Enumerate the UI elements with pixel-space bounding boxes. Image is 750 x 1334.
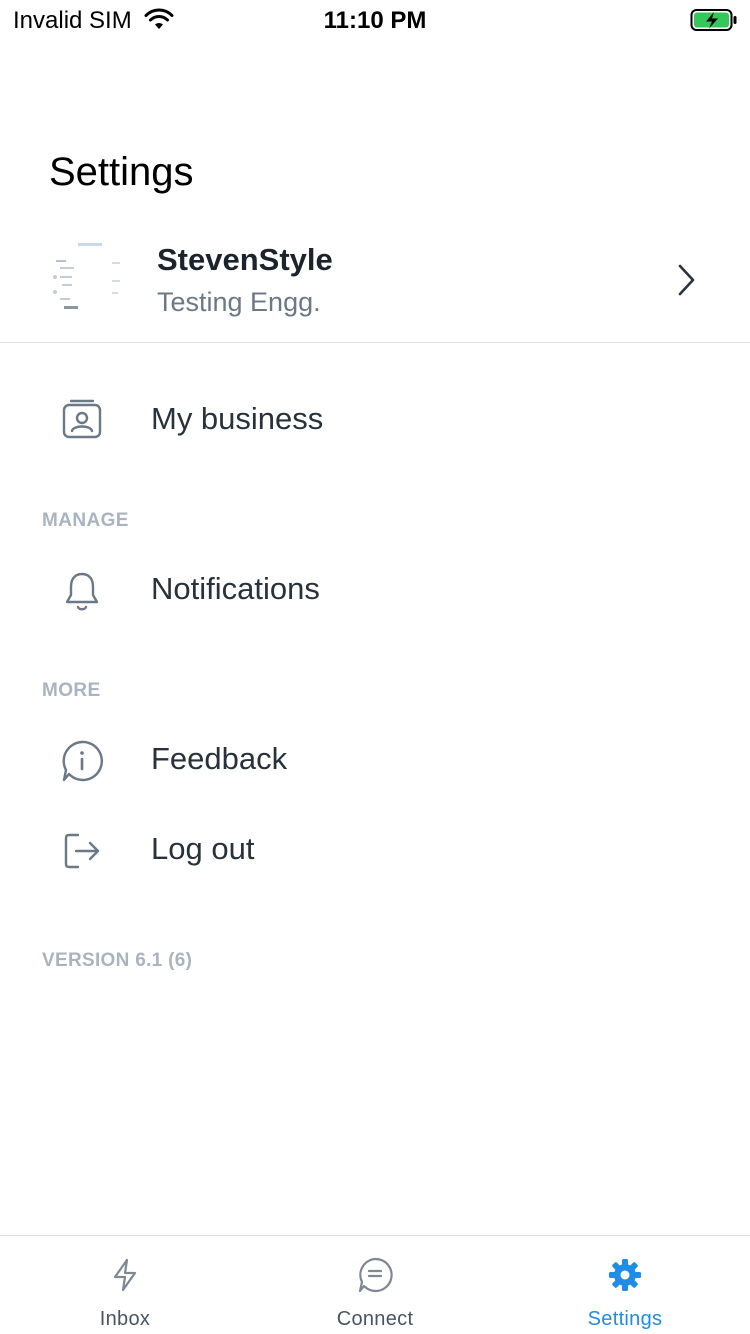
bell-icon — [65, 572, 99, 611]
profile-role: Testing Engg. — [157, 287, 321, 317]
logout-label: Log out — [151, 831, 255, 866]
tab-bar: Inbox Connect Settings — [0, 1235, 750, 1334]
battery-charging-icon — [690, 9, 737, 31]
notifications-label: Notifications — [151, 571, 320, 606]
section-header-more: MORE — [42, 680, 101, 701]
chat-icon — [358, 1257, 393, 1293]
tab-settings-label: Settings — [587, 1308, 663, 1330]
lightning-icon — [113, 1258, 137, 1292]
profile-name: StevenStyle — [157, 242, 333, 277]
tab-connect-label: Connect — [336, 1308, 414, 1330]
feedback-label: Feedback — [151, 741, 288, 776]
tab-inbox-label: Inbox — [99, 1308, 151, 1330]
info-chat-icon — [62, 740, 103, 782]
page-title: Settings — [49, 150, 194, 194]
version-label: VERSION 6.1 (6) — [42, 950, 193, 971]
feedback-item[interactable]: Feedback — [0, 720, 750, 800]
tab-connect[interactable]: Connect — [250, 1236, 500, 1334]
logout-icon — [64, 833, 100, 869]
logout-item[interactable]: Log out — [0, 810, 750, 890]
status-bar: Invalid SIM 11:10 PM — [0, 0, 750, 40]
business-card-icon — [62, 399, 102, 439]
status-time: 11:10 PM — [323, 7, 427, 34]
chevron-right-icon — [678, 264, 695, 296]
section-header-manage: MANAGE — [42, 510, 129, 531]
my-business-label: My business — [151, 401, 324, 436]
my-business-item[interactable]: My business — [0, 380, 750, 460]
notifications-item[interactable]: Notifications — [0, 550, 750, 630]
tab-settings[interactable]: Settings — [500, 1236, 750, 1334]
gear-icon — [609, 1259, 641, 1291]
avatar — [48, 240, 128, 320]
profile-row[interactable]: StevenStyle Testing Engg. — [0, 226, 750, 343]
tab-inbox[interactable]: Inbox — [0, 1236, 250, 1334]
avatar-image — [48, 240, 128, 320]
